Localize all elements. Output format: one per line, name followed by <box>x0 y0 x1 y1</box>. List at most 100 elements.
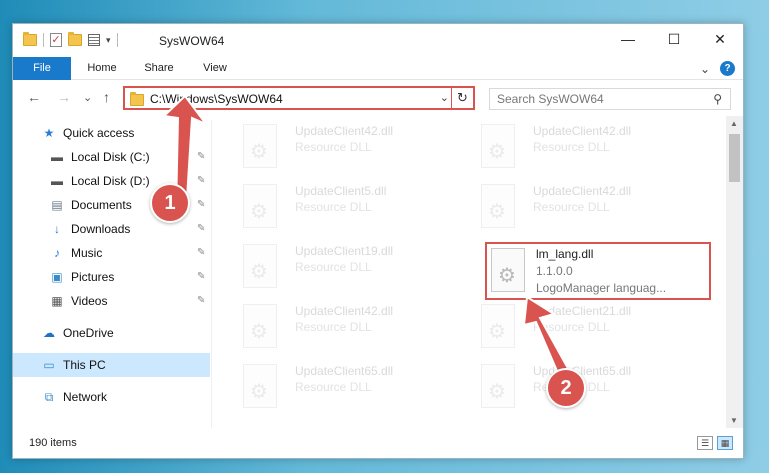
address-bar[interactable]: C:\Windows\SysWOW64 ⌄ ↻ <box>123 86 475 110</box>
file-description: Resource DLL <box>295 140 372 154</box>
gear-icon: ⚙ <box>250 381 268 403</box>
scroll-down-icon[interactable]: ▼ <box>730 416 738 425</box>
sidebar-item-local-disk-c[interactable]: ▬ Local Disk (C:) <box>49 146 150 168</box>
file-description: Resource DLL <box>533 140 610 154</box>
sidebar-item-documents[interactable]: ▤ Documents <box>49 194 131 216</box>
file-name: UpdateClient21.dll <box>533 304 632 318</box>
file-name: UpdateClient65.dll <box>295 364 394 378</box>
title-bar: ✓ ▾ SysWOW64 — ☐ ✕ <box>13 24 743 57</box>
file-description: Resource DLL <box>295 320 372 334</box>
properties-icon[interactable] <box>88 34 100 46</box>
sidebar-item-label: Local Disk (D:) <box>71 174 150 188</box>
onedrive-icon: ☁ <box>43 326 55 340</box>
close-button[interactable]: ✕ <box>697 24 743 54</box>
search-icon[interactable]: ⚲ <box>713 92 722 106</box>
maximize-button[interactable]: ☐ <box>651 24 697 54</box>
help-icon[interactable]: ? <box>720 61 735 76</box>
callout-2: 2 <box>546 368 586 408</box>
drive-icon: ▬ <box>51 174 63 188</box>
dll-file-icon: ⚙ <box>243 364 277 408</box>
search-input[interactable]: Search SysWOW64 ⚲ <box>489 88 731 110</box>
sidebar-item-downloads[interactable]: ↓ Downloads <box>49 218 130 240</box>
sidebar-item-label: Pictures <box>71 270 115 284</box>
file-item[interactable]: ⚙ UpdateClient42.dll Resource DLL <box>235 302 465 352</box>
pin-icon: ✎ <box>197 199 206 210</box>
dll-file-icon: ⚙ <box>481 124 515 168</box>
file-item[interactable]: ⚙ UpdateClient21.dll Resource DLL <box>473 302 703 352</box>
sidebar-item-label: OneDrive <box>63 326 114 340</box>
sidebar-item-quick-access[interactable]: ★ Quick access <box>41 122 135 144</box>
file-name: UpdateClient42.dll <box>533 184 632 198</box>
refresh-button[interactable]: ↻ <box>451 86 473 110</box>
new-folder-icon[interactable] <box>68 32 82 46</box>
videos-icon: ▦ <box>51 294 63 308</box>
expand-ribbon-icon[interactable]: ⌄ <box>700 62 710 76</box>
documents-icon: ▤ <box>51 198 63 212</box>
back-button[interactable]: ← <box>27 89 41 105</box>
file-name: lm_lang.dll <box>536 247 594 261</box>
drive-icon: ▬ <box>51 150 63 164</box>
file-item[interactable]: ⚙ UpdateClient65.dll Resource DLL <box>235 362 465 412</box>
sidebar-item-label: Quick access <box>63 126 135 140</box>
toolbar-divider <box>43 33 44 47</box>
dll-file-icon: ⚙ <box>243 304 277 348</box>
downloads-icon: ↓ <box>54 222 60 236</box>
sidebar-item-label: This PC <box>63 358 106 372</box>
sidebar-item-label: Videos <box>71 294 108 308</box>
sidebar-item-pictures[interactable]: ▣ Pictures <box>49 266 114 288</box>
scrollbar-thumb[interactable] <box>729 134 740 182</box>
gear-icon: ⚙ <box>250 321 268 343</box>
tab-file[interactable]: File <box>13 57 71 80</box>
tab-share[interactable]: Share <box>135 57 183 80</box>
file-item[interactable]: ⚙ UpdateClient42.dll Resource DLL <box>473 182 703 232</box>
minimize-button[interactable]: — <box>605 24 651 54</box>
explorer-window: ✓ ▾ SysWOW64 — ☐ ✕ File Home Share View … <box>12 23 744 459</box>
sidebar-item-music[interactable]: ♪ Music <box>49 242 102 264</box>
sidebar-item-network[interactable]: ⧉ Network <box>41 386 107 408</box>
file-name: UpdateClient5.dll <box>295 184 387 198</box>
pin-icon: ✎ <box>197 271 206 282</box>
ribbon-tabs: File Home Share View ⌄ ? <box>13 57 743 80</box>
scroll-up-icon[interactable]: ▲ <box>730 119 738 128</box>
details-view-icon[interactable]: ☰ <box>697 436 713 450</box>
up-button[interactable]: ↑ <box>103 89 110 105</box>
file-item[interactable]: ⚙ UpdateClient65.dll Resource DLL <box>473 362 703 412</box>
sidebar-item-this-pc[interactable]: ▭ This PC <box>41 354 106 376</box>
tab-home[interactable]: Home <box>79 57 125 80</box>
address-dropdown-icon[interactable]: ⌄ <box>440 91 449 104</box>
file-item[interactable]: ⚙ UpdateClient19.dll Resource DLL <box>235 242 465 292</box>
forward-button[interactable]: → <box>57 89 71 105</box>
file-description: Resource DLL <box>295 260 372 274</box>
item-count: 190 items <box>29 437 77 449</box>
file-item[interactable]: ⚙ UpdateClient42.dll Resource DLL <box>473 122 703 172</box>
sidebar-item-local-disk-d[interactable]: ▬ Local Disk (D:) <box>49 170 150 192</box>
dll-file-icon: ⚙ <box>491 248 525 292</box>
file-description: Resource DLL <box>295 380 372 394</box>
recent-locations-button[interactable]: ⌄ <box>83 91 92 104</box>
address-path[interactable]: C:\Windows\SysWOW64 <box>150 92 283 106</box>
dll-file-icon: ⚙ <box>243 244 277 288</box>
toolbar-divider <box>116 33 118 47</box>
file-item[interactable]: ⚙ UpdateClient42.dll Resource DLL <box>235 122 465 172</box>
callout-1: 1 <box>150 183 190 223</box>
large-icons-view-icon[interactable]: ▦ <box>717 436 733 450</box>
folder-icon[interactable] <box>23 32 37 46</box>
dll-file-icon: ⚙ <box>243 124 277 168</box>
sidebar-item-label: Local Disk (C:) <box>71 150 150 164</box>
sidebar-item-onedrive[interactable]: ☁ OneDrive <box>41 322 114 344</box>
file-item-lm-lang[interactable]: ⚙ lm_lang.dll 1.1.0.0 LogoManager langua… <box>485 242 711 300</box>
file-description: Resource DLL <box>533 320 610 334</box>
sidebar-item-videos[interactable]: ▦ Videos <box>49 290 107 312</box>
search-placeholder: Search SysWOW64 <box>497 92 604 106</box>
gear-icon: ⚙ <box>498 265 516 287</box>
customize-toolbar-icon[interactable]: ▾ <box>106 35 111 46</box>
tab-view[interactable]: View <box>193 57 237 80</box>
properties-check-icon[interactable]: ✓ <box>50 33 62 47</box>
navigation-bar: ← → ⌄ ↑ C:\Windows\SysWOW64 ⌄ ↻ Search S… <box>13 82 743 114</box>
dll-file-icon: ⚙ <box>481 364 515 408</box>
file-item[interactable]: ⚙ UpdateClient5.dll Resource DLL <box>235 182 465 232</box>
vertical-scrollbar[interactable]: ▲ ▼ <box>726 116 743 428</box>
window-title: SysWOW64 <box>159 34 225 48</box>
file-description: Resource DLL <box>533 200 610 214</box>
folder-icon <box>130 92 144 106</box>
